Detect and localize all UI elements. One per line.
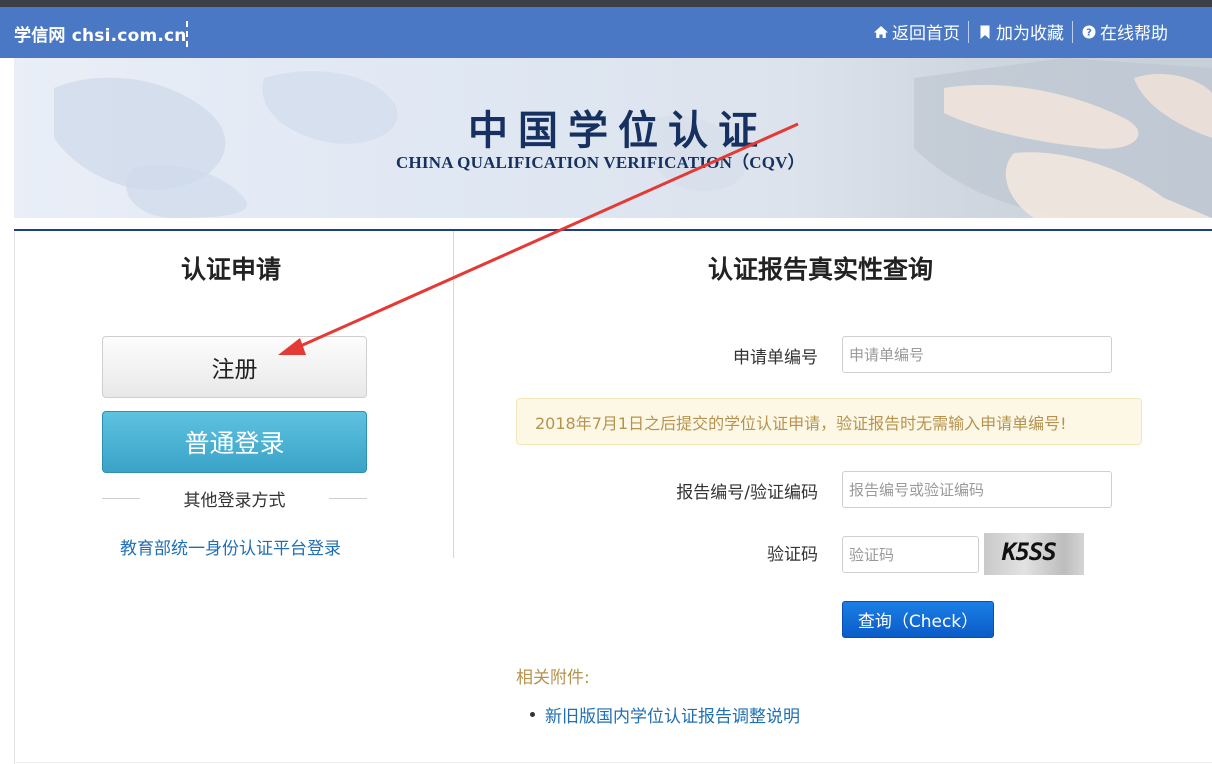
home-link[interactable]: 返回首页 [865,19,968,44]
captcha-label: 验证码 [767,545,818,565]
window-top-edge [0,0,1212,7]
link-separator [1072,20,1073,43]
content-bottom-border [14,762,1212,763]
captcha-image[interactable]: K5SS [984,533,1084,575]
top-links: 返回首页 加为收藏 ? 在线帮助 [865,19,1176,44]
register-button[interactable]: 注册 [102,336,367,398]
other-login-label: 其他登录方式 [183,490,286,511]
other-login-divider: 其他登录方式 [102,486,367,511]
divider-line [102,497,140,499]
bullet-icon [530,712,535,717]
link-separator [968,20,969,43]
bookmark-link[interactable]: 加为收藏 [969,19,1072,44]
captcha-input[interactable] [842,536,979,573]
edu-auth-login-link[interactable]: 教育部统一身份认证平台登录 [120,534,341,559]
svg-text:?: ? [1086,27,1092,38]
header-banner: 中国学位认证 CHINA QUALIFICATION VERIFICATION（… [14,58,1212,218]
banner-subtitle: CHINA QUALIFICATION VERIFICATION（CQV） [396,153,805,172]
verify-heading: 认证报告真实性查询 [708,255,934,284]
login-button[interactable]: 普通登录 [102,411,367,473]
application-no-input[interactable] [842,336,1112,373]
brand-separator [186,21,188,47]
help-icon: ? [1082,25,1096,38]
application-no-label: 申请单编号 [733,348,818,368]
attachments-title: 相关附件: [516,668,590,688]
site-brand[interactable]: 学信网 chsi.com.cn [14,21,187,46]
bookmark-link-label: 加为收藏 [996,24,1064,44]
bookmark-icon [980,25,990,39]
attachment-link-label: 新旧版国内学位认证报告调整说明 [545,707,800,727]
help-link-label: 在线帮助 [1100,24,1168,44]
report-no-label: 报告编号/验证编码 [676,483,818,503]
home-icon [874,25,888,38]
panel-divider [453,231,454,558]
report-no-input[interactable] [842,471,1112,508]
help-link[interactable]: ? 在线帮助 [1073,19,1176,44]
check-button[interactable]: 查询（Check） [842,601,994,638]
divider-line [329,497,367,499]
notice-banner: 2018年7月1日之后提交的学位认证申请，验证报告时无需输入申请单编号! [516,398,1142,445]
home-link-label: 返回首页 [892,24,960,44]
captcha-text: K5SS [1002,538,1057,566]
top-navbar: 学信网 chsi.com.cn 返回首页 加为收藏 ? 在线帮助 [0,7,1212,58]
attachment-link[interactable]: 新旧版国内学位认证报告调整说明 [530,702,800,727]
apply-heading: 认证申请 [181,255,282,284]
